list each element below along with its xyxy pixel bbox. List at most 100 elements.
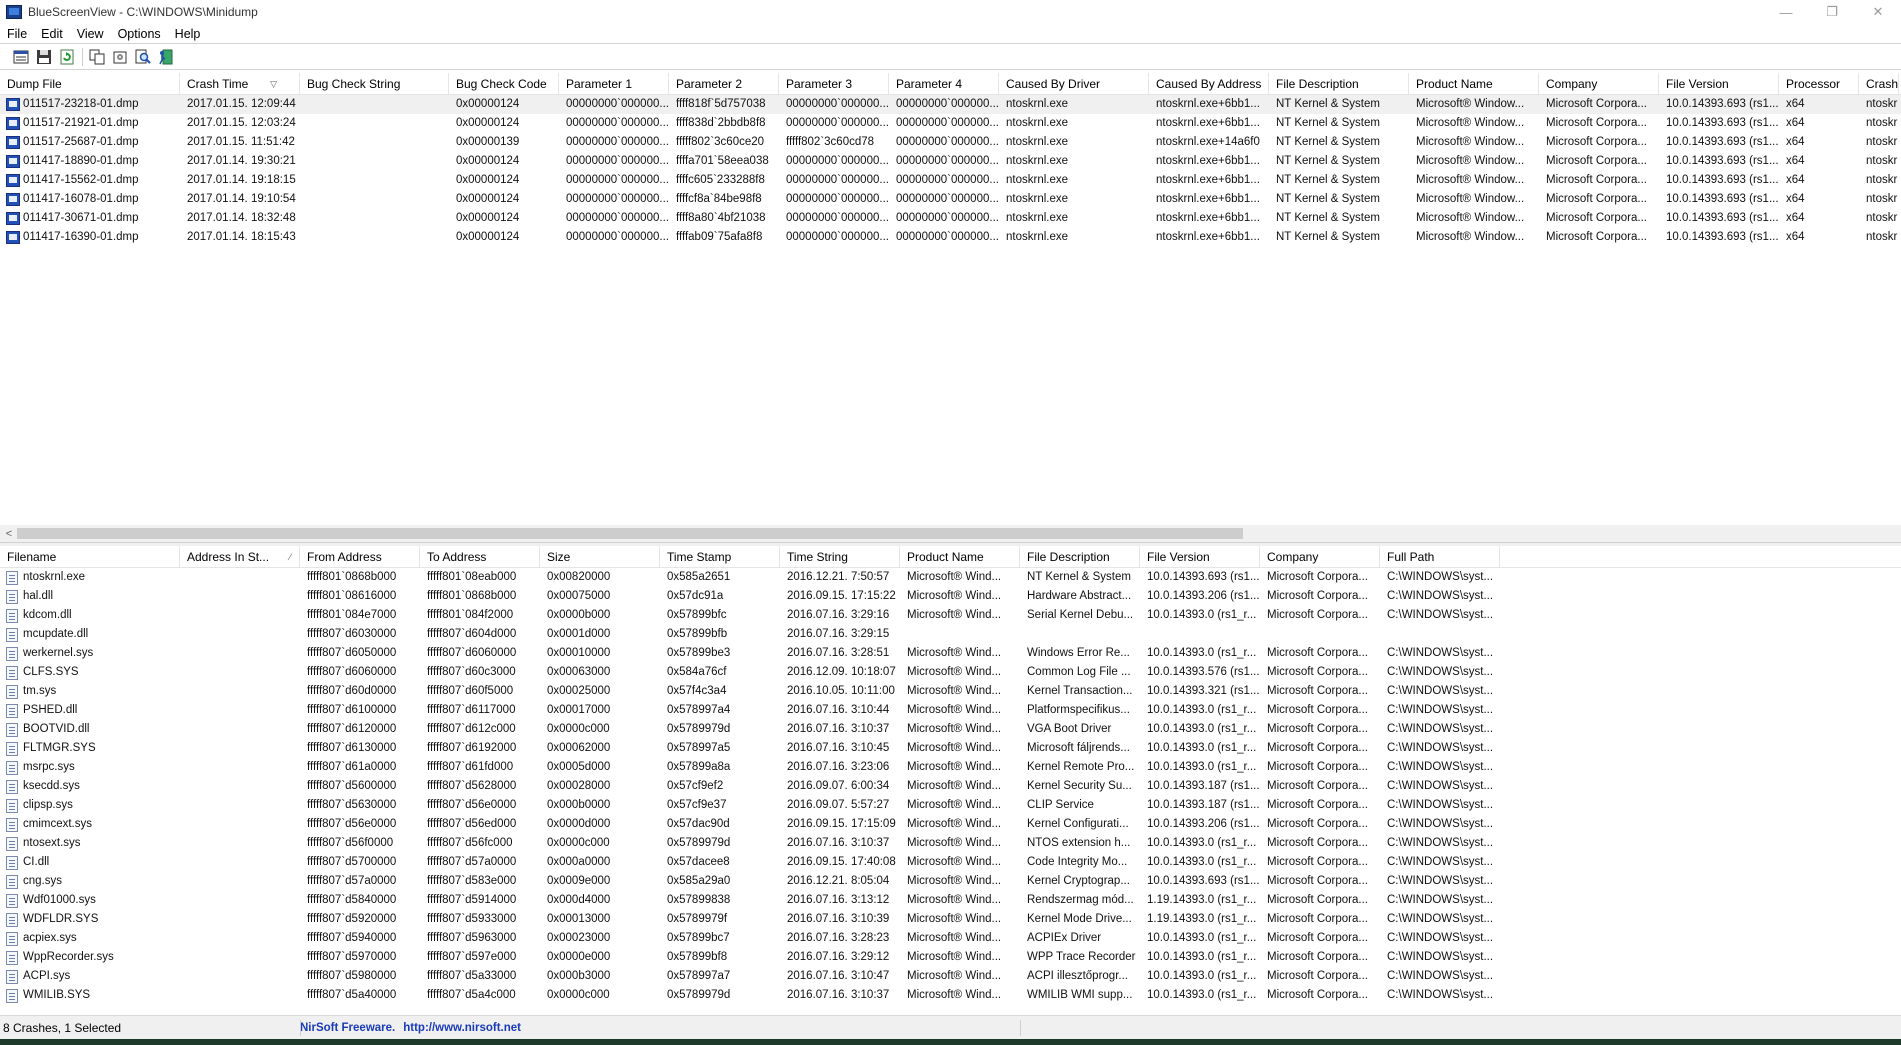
cell-caused-by-driver: ntoskrnl.exe bbox=[1006, 98, 1069, 110]
driver-row[interactable]: BOOTVID.dll fffff807`d6120000 fffff807`d61… bbox=[0, 720, 1901, 739]
cell-time-string: 2016.09.15. 17:40:08 bbox=[787, 856, 896, 868]
driver-row[interactable]: kdcom.dll fffff801`084e7000 fffff801`084f2… bbox=[0, 606, 1901, 625]
column-header-dump-file[interactable]: Dump File bbox=[0, 73, 180, 94]
driver-row[interactable]: PSHED.dll fffff807`d6100000 fffff807`d6117… bbox=[0, 701, 1901, 720]
driver-row[interactable]: ntosext.sys fffff807`d56f0000 fffff807`d56… bbox=[0, 834, 1901, 853]
close-button[interactable]: ✕ bbox=[1855, 0, 1901, 24]
driver-row[interactable]: acpiex.sys fffff807`d5940000 fffff807`d596… bbox=[0, 929, 1901, 948]
copy-button[interactable] bbox=[86, 47, 108, 67]
crash-row[interactable]: 011417-30671-01.dmp 2017.01.14. 18:32:48 0… bbox=[0, 209, 1901, 228]
driver-row[interactable]: tm.sys fffff807`d60d0000 fffff807`d60f5000… bbox=[0, 682, 1901, 701]
column-header-full-path[interactable]: Full Path bbox=[1380, 546, 1500, 567]
cell-product-name: Microsoft® Wind... bbox=[907, 970, 1002, 982]
column-header-company[interactable]: Company bbox=[1260, 546, 1380, 567]
column-header-to-address[interactable]: To Address bbox=[420, 546, 540, 567]
crash-row[interactable]: 011417-16390-01.dmp 2017.01.14. 18:15:43 0… bbox=[0, 228, 1901, 247]
properties-button[interactable] bbox=[10, 47, 32, 67]
driver-row[interactable]: cmimcext.sys fffff807`d56e0000 fffff807`d5… bbox=[0, 815, 1901, 834]
crash-list-horizontal-scrollbar[interactable]: < bbox=[0, 525, 1901, 542]
driver-row[interactable]: WMILIB.SYS fffff807`d5a40000 fffff807`d5a4… bbox=[0, 986, 1901, 1005]
refresh-icon bbox=[60, 49, 74, 64]
column-header-bug-check-string[interactable]: Bug Check String bbox=[300, 73, 449, 94]
column-header-size[interactable]: Size bbox=[540, 546, 660, 567]
column-header-parameter-3[interactable]: Parameter 3 bbox=[779, 73, 889, 94]
cell-file-description: WMILIB WMI supp... bbox=[1027, 989, 1133, 1001]
column-header-company[interactable]: Company bbox=[1539, 73, 1659, 94]
column-header-file-version[interactable]: File Version bbox=[1140, 546, 1260, 567]
crash-row[interactable]: 011517-21921-01.dmp 2017.01.15. 12:03:24 0… bbox=[0, 114, 1901, 133]
nirsoft-url[interactable]: http://www.nirsoft.net bbox=[403, 1022, 521, 1034]
cell-full-path: C:\WINDOWS\syst... bbox=[1387, 647, 1494, 659]
advanced-options-button[interactable] bbox=[109, 47, 131, 67]
save-button[interactable] bbox=[33, 47, 55, 67]
driver-row[interactable]: werkernel.sys fffff807`d6050000 fffff807`d… bbox=[0, 644, 1901, 663]
cell-parameter-3: 00000000`000000... bbox=[786, 212, 889, 224]
driver-row[interactable]: CLFS.SYS fffff807`d6060000 fffff807`d60c30… bbox=[0, 663, 1901, 682]
column-header-parameter-2[interactable]: Parameter 2 bbox=[669, 73, 779, 94]
menu-view[interactable]: View bbox=[70, 27, 111, 41]
driver-row[interactable]: ksecdd.sys fffff807`d5600000 fffff807`d562… bbox=[0, 777, 1901, 796]
driver-row[interactable]: cng.sys fffff807`d57a0000 fffff807`d583e00… bbox=[0, 872, 1901, 891]
crash-row[interactable]: 011417-15562-01.dmp 2017.01.14. 19:18:15 0… bbox=[0, 171, 1901, 190]
driver-row[interactable]: mcupdate.dll fffff807`d6030000 fffff807`d6… bbox=[0, 625, 1901, 644]
menu-edit[interactable]: Edit bbox=[34, 27, 70, 41]
cell-time-stamp: 0x57899bfc bbox=[667, 609, 727, 621]
driver-row[interactable]: msrpc.sys fffff807`d61a0000 fffff807`d61fd… bbox=[0, 758, 1901, 777]
driver-row[interactable]: FLTMGR.SYS fffff807`d6130000 fffff807`d619… bbox=[0, 739, 1901, 758]
cell-file-description: NT Kernel & System bbox=[1276, 98, 1380, 110]
exit-button[interactable] bbox=[155, 47, 177, 67]
menu-file[interactable]: File bbox=[0, 27, 34, 41]
driver-file-name: ntoskrnl.exe bbox=[23, 571, 86, 583]
cell-product-name: Microsoft® Window... bbox=[1416, 212, 1525, 224]
cell-caused-by-driver: ntoskrnl.exe bbox=[1006, 155, 1069, 167]
crash-row[interactable]: 011517-25687-01.dmp 2017.01.15. 11:51:42 0… bbox=[0, 133, 1901, 152]
column-header-caused-by-address[interactable]: Caused By Address bbox=[1149, 73, 1269, 94]
column-header-address-in-stack[interactable]: Address In St... ∕ bbox=[180, 546, 300, 567]
cell-product-name: Microsoft® Window... bbox=[1416, 174, 1525, 186]
scrollbar-thumb[interactable] bbox=[17, 528, 1243, 539]
driver-row[interactable]: hal.dll fffff801`08616000 fffff801`0868b00… bbox=[0, 587, 1901, 606]
driver-row[interactable]: Wdf01000.sys fffff807`d5840000 fffff807`d5… bbox=[0, 891, 1901, 910]
column-header-caused-by-driver[interactable]: Caused By Driver bbox=[999, 73, 1149, 94]
column-header-product-name[interactable]: Product Name bbox=[900, 546, 1020, 567]
nirsoft-link[interactable]: NirSoft Freeware. http://www.nirsoft.net bbox=[300, 1022, 521, 1034]
cell-time-string: 2016.07.16. 3:29:15 bbox=[787, 628, 890, 640]
cell-filename: msrpc.sys bbox=[0, 758, 180, 777]
cell-bug-check-code: 0x00000124 bbox=[456, 174, 520, 186]
column-header-product-name[interactable]: Product Name bbox=[1409, 73, 1539, 94]
crash-row[interactable]: 011517-23218-01.dmp 2017.01.15. 12:09:44 0… bbox=[0, 95, 1901, 114]
column-header-crash-address[interactable]: Crash bbox=[1859, 73, 1899, 94]
cell-time-string: 2016.12.09. 10:18:07 bbox=[787, 666, 896, 678]
cell-company: Microsoft Corpora... bbox=[1267, 647, 1368, 659]
driver-row[interactable]: CI.dll fffff807`d5700000 fffff807`d57a0000… bbox=[0, 853, 1901, 872]
column-header-crash-time[interactable]: Crash Time ▽ bbox=[180, 73, 300, 94]
driver-row[interactable]: ACPI.sys fffff807`d5980000 fffff807`d5a330… bbox=[0, 967, 1901, 986]
column-header-parameter-1[interactable]: Parameter 1 bbox=[559, 73, 669, 94]
driver-row[interactable]: WDFLDR.SYS fffff807`d5920000 fffff807`d593… bbox=[0, 910, 1901, 929]
column-header-from-address[interactable]: From Address bbox=[300, 546, 420, 567]
column-header-bug-check-code[interactable]: Bug Check Code bbox=[449, 73, 559, 94]
column-header-time-stamp[interactable]: Time Stamp bbox=[660, 546, 780, 567]
scroll-left-icon[interactable]: < bbox=[2, 525, 16, 542]
column-header-file-version[interactable]: File Version bbox=[1659, 73, 1779, 94]
crash-row[interactable]: 011417-18890-01.dmp 2017.01.14. 19:30:21 0… bbox=[0, 152, 1901, 171]
column-header-file-description[interactable]: File Description bbox=[1269, 73, 1409, 94]
column-header-filename[interactable]: Filename bbox=[0, 546, 180, 567]
driver-row[interactable]: WppRecorder.sys fffff807`d5970000 fffff807… bbox=[0, 948, 1901, 967]
column-header-processor[interactable]: Processor bbox=[1779, 73, 1859, 94]
restore-button[interactable]: ❐ bbox=[1809, 0, 1855, 24]
driver-file-name: cng.sys bbox=[23, 875, 62, 887]
crash-row[interactable]: 011417-16078-01.dmp 2017.01.14. 19:10:54 0… bbox=[0, 190, 1901, 209]
refresh-button[interactable] bbox=[56, 47, 78, 67]
column-header-file-description[interactable]: File Description bbox=[1020, 546, 1140, 567]
menu-help[interactable]: Help bbox=[168, 27, 208, 41]
driver-row[interactable]: ntoskrnl.exe fffff801`0868b000 fffff801`08… bbox=[0, 568, 1901, 587]
driver-row[interactable]: clipsp.sys fffff807`d5630000 fffff807`d56e… bbox=[0, 796, 1901, 815]
column-header-time-string[interactable]: Time String bbox=[780, 546, 900, 567]
menu-options[interactable]: Options bbox=[111, 27, 168, 41]
column-header-parameter-4[interactable]: Parameter 4 bbox=[889, 73, 999, 94]
minimize-button[interactable]: — bbox=[1763, 0, 1809, 24]
cell-bug-check-code: 0x00000124 bbox=[456, 155, 520, 167]
window-title: BlueScreenView - C:\WINDOWS\Minidump bbox=[28, 5, 258, 19]
find-button[interactable] bbox=[132, 47, 154, 67]
